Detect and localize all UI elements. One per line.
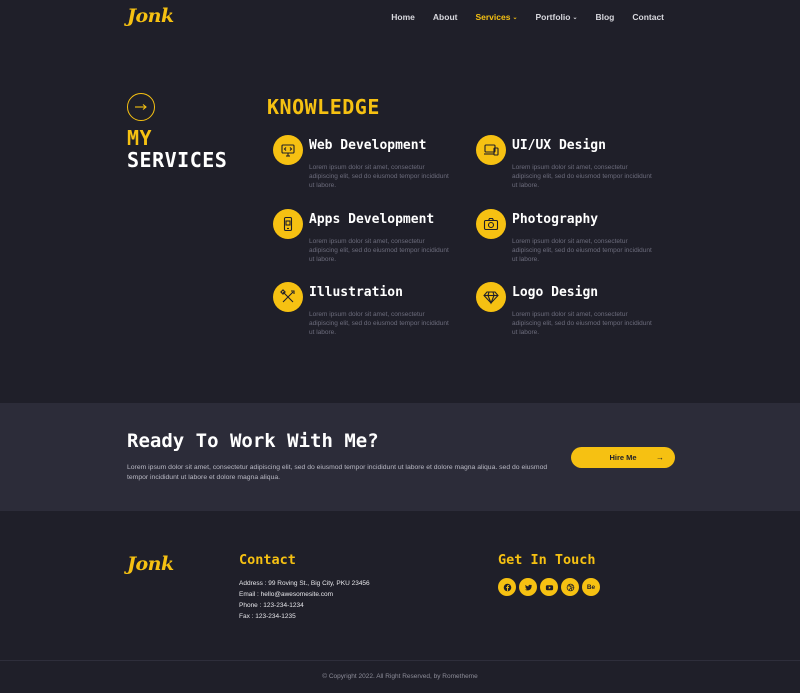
hire-me-label: Hire Me	[609, 453, 637, 462]
cta-text: Lorem ipsum dolor sit amet, consectetur …	[127, 464, 548, 481]
nav-label: Blog	[595, 12, 615, 22]
contact-list: Address : 99 Roving St., Big City, PKU 2…	[239, 578, 370, 622]
get-in-touch-heading: Get In Touch	[498, 552, 596, 568]
nav-label: About	[432, 12, 458, 22]
service-desc: Lorem ipsum dolor sit amet, consectetur …	[512, 311, 652, 336]
service-desc: Lorem ipsum dolor sit amet, consectetur …	[512, 164, 652, 189]
hire-me-button[interactable]: Hire Me →	[571, 447, 675, 468]
smartphone-icon	[273, 209, 303, 239]
contact-fax: Fax : 123-234-1235	[239, 613, 296, 620]
behance-label: Be	[586, 583, 596, 591]
contact-email[interactable]: Email : hello@awesomesite.com	[239, 589, 370, 600]
knowledge-heading: KNOWLEDGE	[267, 95, 380, 119]
chevron-down-icon: ⌄	[572, 15, 578, 21]
nav-item-about[interactable]: About	[433, 12, 458, 22]
nav-label: Contact	[632, 12, 664, 22]
youtube-icon[interactable]	[540, 578, 558, 596]
footer-logo[interactable]: Jonk	[127, 553, 174, 575]
arrow-right-icon: →	[656, 453, 664, 462]
service-title: Illustration	[309, 285, 403, 300]
nav-item-contact[interactable]: Contact	[632, 12, 664, 22]
dribbble-icon[interactable]	[561, 578, 579, 596]
nav-item-blog[interactable]: Blog	[595, 12, 614, 22]
contact-address: Address : 99 Roving St., Big City, PKU 2…	[239, 580, 370, 587]
social-links: Be	[498, 578, 600, 596]
camera-icon	[476, 209, 506, 239]
facebook-icon[interactable]	[498, 578, 516, 596]
site-logo[interactable]: Jonk	[127, 5, 174, 27]
service-title: Web Development	[309, 138, 427, 153]
footer-divider	[0, 660, 800, 661]
nav-label: Home	[391, 12, 415, 22]
nav-item-portfolio[interactable]: Portfolio ⌄	[535, 12, 577, 22]
service-desc: Lorem ipsum dolor sit amet, consectetur …	[309, 311, 449, 336]
nav-menu: Home About Services ⌄ Portfolio ⌄ Blog Con…	[373, 12, 664, 22]
service-desc: Lorem ipsum dolor sit amet, consectetur …	[512, 238, 652, 263]
top-navbar: Jonk Home About Services ⌄ Portfolio ⌄ Blo…	[0, 0, 800, 38]
contact-heading: Contact	[239, 552, 296, 568]
arrow-right-icon[interactable]	[127, 93, 155, 121]
service-desc: Lorem ipsum dolor sit amet, consectetur …	[309, 238, 449, 263]
cta-title: Ready To Work With Me?	[127, 430, 379, 452]
service-desc: Lorem ipsum dolor sit amet, consectetur …	[309, 164, 449, 189]
monitor-code-icon	[273, 135, 303, 165]
section-title-line1: MY	[127, 126, 153, 150]
chevron-down-icon: ⌄	[512, 15, 518, 21]
nav-item-services[interactable]: Services ⌄	[475, 12, 517, 22]
nav-item-home[interactable]: Home	[391, 12, 415, 22]
twitter-icon[interactable]	[519, 578, 537, 596]
cta-band	[0, 403, 800, 511]
service-title: Photography	[512, 212, 599, 227]
contact-phone: Phone : 123-234-1234	[239, 602, 304, 609]
devices-icon	[476, 135, 506, 165]
section-title: MY SERVICES	[127, 127, 227, 171]
nav-label: Services	[475, 12, 511, 22]
section-title-line2: SERVICES	[127, 148, 228, 172]
behance-icon[interactable]: Be	[582, 578, 600, 596]
pen-ruler-icon	[273, 282, 303, 312]
service-title: UI/UX Design	[512, 138, 606, 153]
diamond-icon	[476, 282, 506, 312]
copyright-text: © Copyright 2022. All Right Reserved, by…	[322, 673, 478, 680]
service-title: Logo Design	[512, 285, 599, 300]
nav-label: Portfolio	[535, 12, 571, 22]
service-title: Apps Development	[309, 212, 435, 227]
